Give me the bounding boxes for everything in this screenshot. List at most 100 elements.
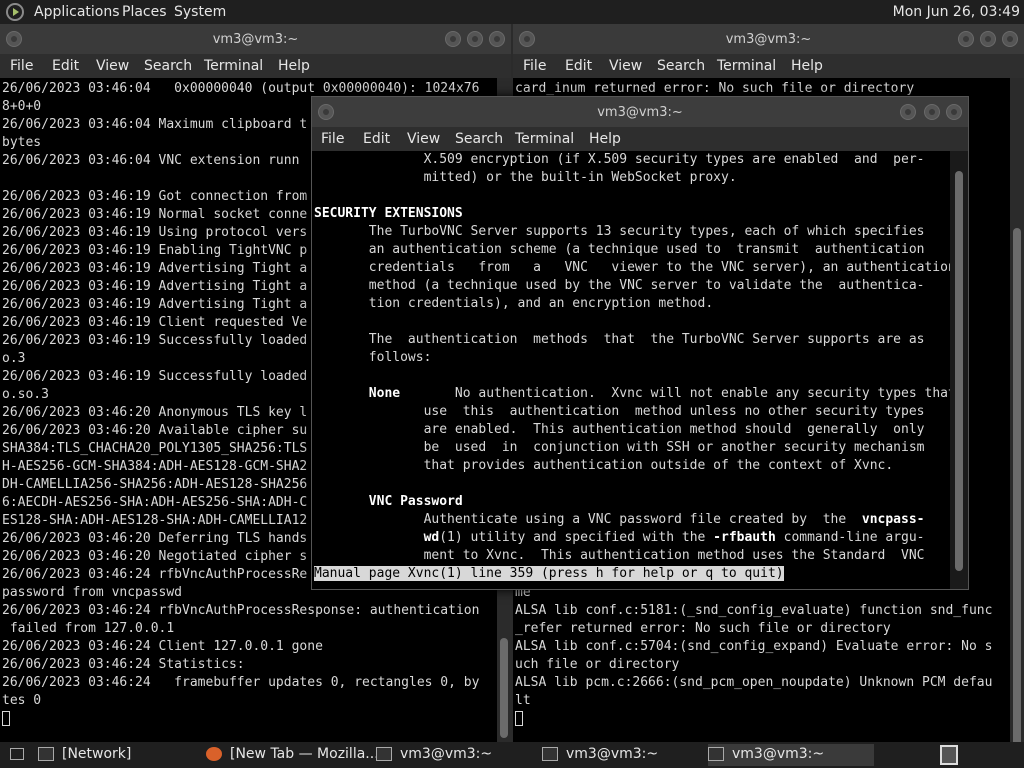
menu-search[interactable]: Search <box>144 58 192 74</box>
applications-logo-icon[interactable] <box>6 3 24 21</box>
manpage-output[interactable]: X.509 encryption (if X.509 security type… <box>312 151 950 589</box>
window-titlebar[interactable]: vm3@vm3:~ <box>0 24 511 54</box>
manpage-line: tion credentials), and an encryption met… <box>314 295 950 313</box>
manpage-bold-text: vncpass- <box>861 512 925 527</box>
terminal-line: ALSA lib pcm.c:2666:(snd_pcm_open_noupda… <box>515 675 993 690</box>
menu-file[interactable]: File <box>10 58 33 74</box>
menu-edit[interactable]: Edit <box>52 58 79 74</box>
menu-help[interactable]: Help <box>278 58 310 74</box>
places-menu[interactable]: Places <box>122 4 167 20</box>
panel-clock[interactable]: Mon Jun 26, 03:49 <box>893 4 1020 20</box>
scrollbar-thumb[interactable] <box>955 171 963 571</box>
manpage-text: tion credentials), and an encryption met… <box>314 296 714 311</box>
window-titlebar[interactable]: vm3@vm3:~ <box>312 97 968 127</box>
close-icon[interactable] <box>489 31 505 47</box>
manpage-text: Authenticate using a VNC password file c… <box>314 512 862 527</box>
maximize-icon[interactable] <box>467 31 483 47</box>
maximize-icon[interactable] <box>924 104 940 120</box>
menu-terminal[interactable]: Terminal <box>515 131 574 147</box>
manpage-text <box>314 494 369 509</box>
manpage-text: (1) utility and specified with the <box>439 530 714 545</box>
manpage-line: X.509 encryption (if X.509 security type… <box>314 151 950 169</box>
manpage-line <box>314 367 950 385</box>
scrollbar[interactable] <box>950 151 968 589</box>
menu-terminal[interactable]: Terminal <box>204 58 263 74</box>
manpage-text: an authentication scheme (a technique us… <box>314 242 925 257</box>
manpage-line: use this authentication method unless no… <box>314 403 950 421</box>
terminal-line: uch file or directory <box>515 657 680 672</box>
window-title: vm3@vm3:~ <box>212 32 299 47</box>
menu-edit[interactable]: Edit <box>565 58 592 74</box>
firefox-icon <box>206 747 222 761</box>
close-icon[interactable] <box>946 104 962 120</box>
system-menu[interactable]: System <box>174 4 226 20</box>
applications-menu[interactable]: Applications <box>34 4 120 20</box>
taskbar-item-network[interactable]: [Network] <box>38 744 198 766</box>
manpage-text: mitted) or the built-in WebSocket proxy. <box>314 170 737 185</box>
manpage-line <box>314 313 950 331</box>
manpage-text: use this authentication method unless no… <box>314 404 925 419</box>
menu-file[interactable]: File <box>523 58 546 74</box>
scrollbar-thumb[interactable] <box>1013 228 1021 742</box>
terminal-line: ALSA lib conf.c:5704:(snd_config_expand)… <box>515 639 993 654</box>
terminal-window-manpage[interactable]: vm3@vm3:~ File Edit View Search Terminal… <box>311 96 969 590</box>
workspace-switcher-icon[interactable] <box>940 745 958 765</box>
terminal-line: _refer returned error: No such file or d… <box>515 621 891 636</box>
window-title: vm3@vm3:~ <box>725 32 812 47</box>
manpage-text: The TurboVNC Server supports 13 security… <box>314 224 925 239</box>
manpage-text: No authentication. Xvnc will not enable … <box>400 386 950 401</box>
taskbar-label: vm3@vm3:~ <box>732 746 825 762</box>
menu-help[interactable]: Help <box>791 58 823 74</box>
terminal-line: lt <box>515 693 531 708</box>
scrollbar[interactable] <box>1010 78 1024 742</box>
taskbar-item-terminal-2[interactable]: vm3@vm3:~ <box>542 744 702 766</box>
menu-search[interactable]: Search <box>657 58 705 74</box>
taskbar-item-terminal-3[interactable]: vm3@vm3:~ <box>708 744 874 766</box>
terminal-line: 26/06/2023 03:46:24 framebuffer updates … <box>2 675 480 690</box>
manpage-line: be used in conjunction with SSH or anoth… <box>314 439 950 457</box>
taskbar-label: vm3@vm3:~ <box>566 746 659 762</box>
manpage-bold-text: SECURITY EXTENSIONS <box>314 206 463 221</box>
taskbar-item-terminal-1[interactable]: vm3@vm3:~ <box>376 744 536 766</box>
window-titlebar[interactable]: vm3@vm3:~ <box>513 24 1024 54</box>
menu-file[interactable]: File <box>321 131 344 147</box>
manpage-line: that provides authentication outside of … <box>314 457 950 475</box>
taskbar-label: [Network] <box>62 746 132 762</box>
menu-view[interactable]: View <box>96 58 129 74</box>
manpage-line: follows: <box>314 349 950 367</box>
terminal-menubar: File Edit View Search Terminal Help <box>513 54 1024 78</box>
menu-search[interactable]: Search <box>455 131 503 147</box>
terminal-line: tes 0 <box>2 693 42 708</box>
manpage-line: credentials from a VNC viewer to the VNC… <box>314 259 950 277</box>
manpage-text: follows: <box>314 350 432 365</box>
close-icon[interactable] <box>1002 31 1018 47</box>
menu-help[interactable]: Help <box>589 131 621 147</box>
scrollbar-thumb[interactable] <box>500 638 508 738</box>
terminal-line: 26/06/2023 03:46:24 Client 127.0.0.1 gon… <box>2 639 323 654</box>
minimize-icon[interactable] <box>445 31 461 47</box>
manpage-line: method (a technique used by the VNC serv… <box>314 277 950 295</box>
manpage-text: The authentication methods that the Turb… <box>314 332 925 347</box>
terminal-icon <box>376 747 392 761</box>
terminal-icon <box>708 747 724 761</box>
taskbar-label: [New Tab — Mozilla... <box>230 746 379 762</box>
window-title: vm3@vm3:~ <box>597 105 683 120</box>
terminal-line: 26/06/2023 03:46:24 rfbVncAuthProcessRes… <box>2 603 480 618</box>
manpage-text: credentials from a VNC viewer to the VNC… <box>314 260 950 275</box>
manpage-line: wd(1) utility and specified with the -rf… <box>314 529 950 547</box>
manpage-text <box>314 530 424 545</box>
manpage-line: Authenticate using a VNC password file c… <box>314 511 950 529</box>
show-desktop-icon[interactable] <box>10 748 24 760</box>
menu-edit[interactable]: Edit <box>363 131 390 147</box>
manpage-line: The TurboVNC Server supports 13 security… <box>314 223 950 241</box>
manpage-line: VNC Password <box>314 493 950 511</box>
minimize-icon[interactable] <box>958 31 974 47</box>
menu-view[interactable]: View <box>609 58 642 74</box>
minimize-icon[interactable] <box>900 104 916 120</box>
menu-view[interactable]: View <box>407 131 440 147</box>
menu-terminal[interactable]: Terminal <box>717 58 776 74</box>
maximize-icon[interactable] <box>980 31 996 47</box>
taskbar-item-firefox[interactable]: [New Tab — Mozilla... <box>206 744 379 766</box>
manpage-bold-text: VNC Password <box>368 494 463 509</box>
manpage-bold-text: wd <box>423 530 440 545</box>
